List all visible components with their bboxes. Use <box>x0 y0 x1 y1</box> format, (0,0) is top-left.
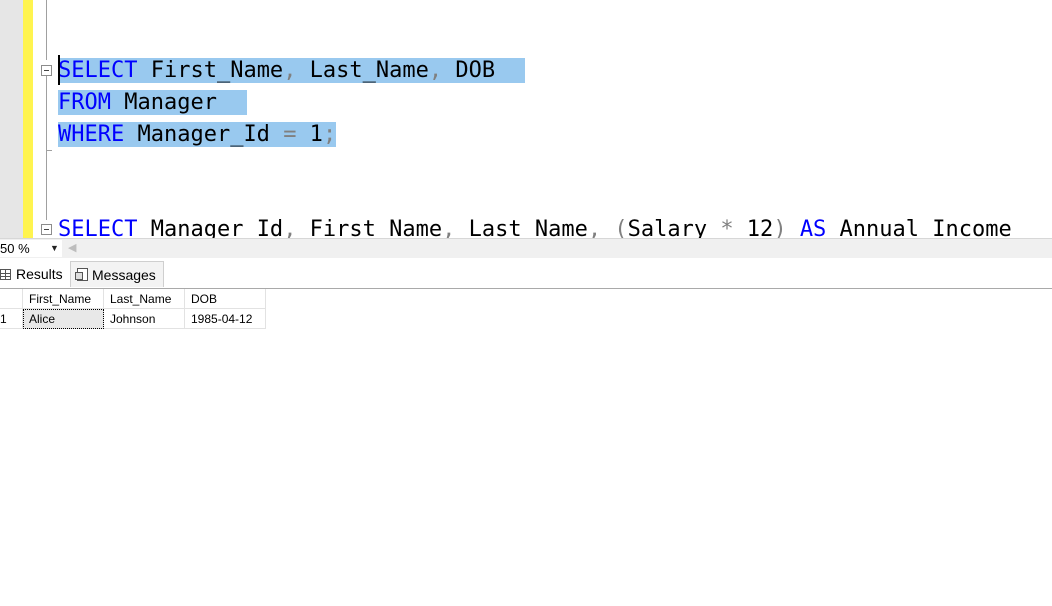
collapse-block-icon[interactable] <box>41 224 52 235</box>
grid-cell[interactable]: Johnson <box>103 308 185 329</box>
code-punct: , <box>428 58 443 83</box>
keyword-select: SELECT <box>58 58 138 83</box>
code-operator: = <box>283 122 297 147</box>
grid-cell-selected[interactable]: Alice <box>22 308 104 329</box>
code-token: Manager_Id <box>137 217 284 238</box>
results-grid[interactable]: First_Name Last_Name DOB 1 Alice Johnson… <box>0 289 266 329</box>
code-line-4[interactable]: SELECT Manager_Id, First_Name, Last_Name… <box>58 214 1012 238</box>
code-line-3[interactable]: WHERE Manager_Id = 1; <box>58 119 337 151</box>
tab-results-label: Results <box>16 266 63 282</box>
keyword-as: AS <box>799 217 827 238</box>
column-header[interactable]: DOB <box>184 289 266 309</box>
row-number[interactable]: 1 <box>0 308 23 329</box>
dropdown-arrow-icon[interactable]: ▼ <box>50 240 59 257</box>
code-token: Salary <box>627 217 721 238</box>
editor-status-strip: 50 % ▼ ◀ <box>0 238 1052 258</box>
code-token: 1 <box>296 122 323 147</box>
outline-line <box>46 150 47 220</box>
code-token: 12 <box>733 217 774 238</box>
zoom-dropdown[interactable]: 50 % ▼ <box>0 240 62 257</box>
code-line-1[interactable]: SELECT First_Name, Last_Name, DOB <box>58 55 526 87</box>
query-editor[interactable]: SELECT First_Name, Last_Name, DOB FROM M… <box>0 0 1052 238</box>
column-header[interactable]: Last_Name <box>103 289 185 309</box>
tab-messages-label: Messages <box>92 266 156 283</box>
code-punct: ( <box>614 217 628 238</box>
code-punct: , <box>283 217 297 238</box>
code-punct: ) <box>773 217 787 238</box>
collapse-block-icon[interactable] <box>41 65 52 76</box>
code-token: First_Name <box>137 58 284 83</box>
editor-gutter <box>0 0 23 238</box>
change-tracking-bar <box>23 0 33 238</box>
table-row[interactable]: 1 Alice Johnson 1985-04-12 <box>0 308 266 329</box>
grid-icon <box>0 268 11 280</box>
grid-header-row: First_Name Last_Name DOB <box>0 289 266 309</box>
code-punct: , <box>587 217 602 238</box>
code-punct: ; <box>322 122 337 147</box>
code-token: Manager <box>110 90 217 115</box>
keyword-from: FROM <box>58 90 111 115</box>
keyword-select: SELECT <box>58 217 138 238</box>
code-punct: , <box>283 58 297 83</box>
tab-messages[interactable]: Messages <box>70 261 164 287</box>
code-operator: * <box>720 217 734 238</box>
scroll-left-arrow-icon[interactable]: ◀ <box>68 240 76 257</box>
code-token: Manager_Id <box>124 122 284 147</box>
grid-cell[interactable]: 1985-04-12 <box>184 308 266 329</box>
code-token: First_Name <box>296 217 443 238</box>
zoom-value: 50 % <box>0 241 30 256</box>
code-token: Last_Name <box>455 217 588 238</box>
text-caret <box>58 55 60 85</box>
column-header[interactable]: First_Name <box>22 289 104 309</box>
messages-icon <box>75 268 88 281</box>
code-token: DOB <box>442 58 496 83</box>
keyword-where: WHERE <box>58 122 125 147</box>
code-token: Last_Name <box>296 58 429 83</box>
tab-results[interactable]: Results <box>0 261 68 287</box>
code-punct: , <box>442 217 456 238</box>
code-line-2[interactable]: FROM Manager <box>58 87 247 119</box>
code-token: Annual_Income <box>826 217 1012 238</box>
row-header-corner[interactable] <box>0 289 23 309</box>
outline-line <box>46 76 47 150</box>
outline-line <box>46 0 47 60</box>
results-tab-strip: Results Messages <box>0 258 1052 289</box>
